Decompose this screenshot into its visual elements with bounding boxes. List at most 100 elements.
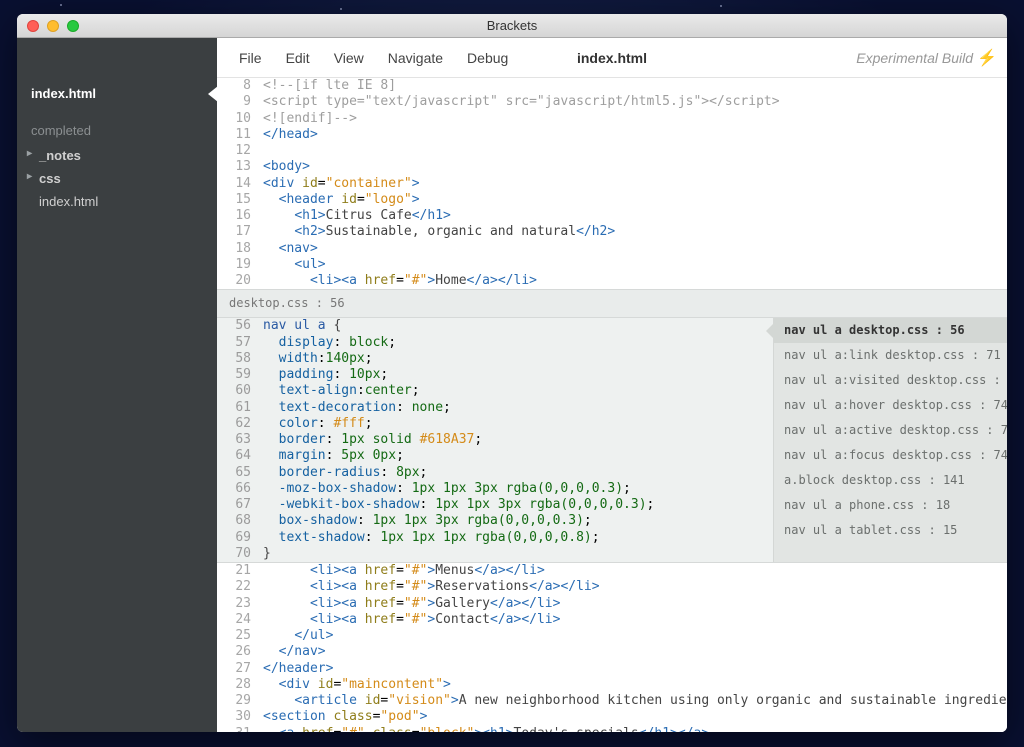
open-file-tab[interactable]: index.html [17, 78, 217, 109]
code-line[interactable]: 19 <ul> [217, 257, 1007, 273]
code-text[interactable]: border-radius: 8px; [263, 465, 773, 481]
menu-debug[interactable]: Debug [455, 50, 520, 66]
code-text[interactable]: nav ul a { [263, 318, 773, 334]
code-line[interactable]: 24 <li><a href="#">Contact</a></li> [217, 612, 1007, 628]
tree-item[interactable]: index.html [17, 190, 217, 213]
code-line[interactable]: 21 <li><a href="#">Menus</a></li> [217, 563, 1007, 579]
code-line[interactable]: 69 text-shadow: 1px 1px 1px rgba(0,0,0,0… [217, 530, 773, 546]
zoom-icon[interactable] [67, 20, 79, 32]
code-line[interactable]: 9<script type="text/javascript" src="jav… [217, 94, 1007, 110]
code-line[interactable]: 59 padding: 10px; [217, 367, 773, 383]
code-line[interactable]: 12 [217, 143, 1007, 159]
code-text[interactable]: -moz-box-shadow: 1px 1px 3px rgba(0,0,0,… [263, 481, 773, 497]
code-text[interactable]: margin: 5px 0px; [263, 448, 773, 464]
code-text[interactable]: <nav> [263, 241, 1007, 257]
code-line[interactable]: 8<!--[if lte IE 8] [217, 78, 1007, 94]
code-line[interactable]: 20 <li><a href="#">Home</a></li> [217, 273, 1007, 289]
code-line[interactable]: 13<body> [217, 159, 1007, 175]
tree-item[interactable]: css [17, 167, 217, 190]
code-text[interactable]: <li><a href="#">Menus</a></li> [263, 563, 1007, 579]
related-rule[interactable]: nav ul a:link desktop.css : 71 [774, 343, 1007, 368]
related-rule[interactable]: nav ul a desktop.css : 56 [774, 318, 1007, 343]
menu-navigate[interactable]: Navigate [376, 50, 455, 66]
code-line[interactable]: 64 margin: 5px 0px; [217, 448, 773, 464]
related-rule[interactable]: nav ul a:visited desktop.css : 71 [774, 368, 1007, 393]
code-text[interactable]: -webkit-box-shadow: 1px 1px 3px rgba(0,0… [263, 497, 773, 513]
code-text[interactable]: <li><a href="#">Contact</a></li> [263, 612, 1007, 628]
code-line[interactable]: 11</head> [217, 127, 1007, 143]
code-line[interactable]: 65 border-radius: 8px; [217, 465, 773, 481]
code-line[interactable]: 15 <header id="logo"> [217, 192, 1007, 208]
code-text[interactable] [263, 143, 1007, 159]
code-line[interactable]: 70} [217, 546, 773, 562]
code-line[interactable]: 61 text-decoration: none; [217, 400, 773, 416]
code-line[interactable]: 66 -moz-box-shadow: 1px 1px 3px rgba(0,0… [217, 481, 773, 497]
related-rule[interactable]: a.block desktop.css : 141 [774, 468, 1007, 493]
code-text[interactable]: text-decoration: none; [263, 400, 773, 416]
code-line[interactable]: 23 <li><a href="#">Gallery</a></li> [217, 596, 1007, 612]
code-line[interactable]: 63 border: 1px solid #618A37; [217, 432, 773, 448]
tree-item[interactable]: _notes [17, 144, 217, 167]
code-text[interactable]: } [263, 546, 773, 562]
code-text[interactable]: display: block; [263, 335, 773, 351]
code-text[interactable]: width:140px; [263, 351, 773, 367]
code-text[interactable]: <div id="maincontent"> [263, 677, 1007, 693]
code-line[interactable]: 29 <article id="vision">A new neighborho… [217, 693, 1007, 709]
code-line[interactable]: 17 <h2>Sustainable, organic and natural<… [217, 224, 1007, 240]
code-text[interactable]: color: #fff; [263, 416, 773, 432]
code-line[interactable]: 14<div id="container"> [217, 176, 1007, 192]
code-line[interactable]: 27</header> [217, 661, 1007, 677]
code-text[interactable]: <header id="logo"> [263, 192, 1007, 208]
code-line[interactable]: 68 box-shadow: 1px 1px 3px rgba(0,0,0,0.… [217, 513, 773, 529]
code-text[interactable]: text-align:center; [263, 383, 773, 399]
code-text[interactable]: <h2>Sustainable, organic and natural</h2… [263, 224, 1007, 240]
code-line[interactable]: 58 width:140px; [217, 351, 773, 367]
code-line[interactable]: 10<![endif]--> [217, 111, 1007, 127]
code-line[interactable]: 62 color: #fff; [217, 416, 773, 432]
related-rule[interactable]: nav ul a phone.css : 18 [774, 493, 1007, 518]
code-line[interactable]: 28 <div id="maincontent"> [217, 677, 1007, 693]
code-text[interactable]: <script type="text/javascript" src="java… [263, 94, 1007, 110]
code-line[interactable]: 30<section class="pod"> [217, 709, 1007, 725]
code-text[interactable]: <li><a href="#">Gallery</a></li> [263, 596, 1007, 612]
code-line[interactable]: 31 <a href="#" class="block"><h1>Today's… [217, 726, 1007, 733]
code-text[interactable]: <section class="pod"> [263, 709, 1007, 725]
code-text[interactable]: text-shadow: 1px 1px 1px rgba(0,0,0,0.8)… [263, 530, 773, 546]
code-text[interactable]: <div id="container"> [263, 176, 1007, 192]
code-line[interactable]: 16 <h1>Citrus Cafe</h1> [217, 208, 1007, 224]
code-text[interactable]: <a href="#" class="block"><h1>Today's sp… [263, 726, 1007, 733]
code-text[interactable]: <h1>Citrus Cafe</h1> [263, 208, 1007, 224]
code-text[interactable]: box-shadow: 1px 1px 3px rgba(0,0,0,0.3); [263, 513, 773, 529]
editor[interactable]: 8<!--[if lte IE 8]9<script type="text/ja… [217, 78, 1007, 732]
code-line[interactable]: 67 -webkit-box-shadow: 1px 1px 3px rgba(… [217, 497, 773, 513]
code-text[interactable]: <li><a href="#">Reservations</a></li> [263, 579, 1007, 595]
code-line[interactable]: 26 </nav> [217, 644, 1007, 660]
live-preview-icon[interactable]: ⚡ [977, 48, 997, 68]
close-icon[interactable] [27, 20, 39, 32]
code-text[interactable]: border: 1px solid #618A37; [263, 432, 773, 448]
code-line[interactable]: 60 text-align:center; [217, 383, 773, 399]
related-rule[interactable]: nav ul a tablet.css : 15 [774, 518, 1007, 543]
code-text[interactable]: <!--[if lte IE 8] [263, 78, 1007, 94]
code-text[interactable]: </nav> [263, 644, 1007, 660]
code-line[interactable]: 25 </ul> [217, 628, 1007, 644]
code-text[interactable]: <article id="vision">A new neighborhood … [263, 693, 1007, 709]
code-line[interactable]: 22 <li><a href="#">Reservations</a></li> [217, 579, 1007, 595]
menu-view[interactable]: View [322, 50, 376, 66]
code-line[interactable]: 18 <nav> [217, 241, 1007, 257]
code-line[interactable]: 57 display: block; [217, 335, 773, 351]
minimize-icon[interactable] [47, 20, 59, 32]
code-text[interactable]: <ul> [263, 257, 1007, 273]
related-rule[interactable]: nav ul a:active desktop.css : 74 [774, 418, 1007, 443]
related-rule[interactable]: nav ul a:hover desktop.css : 74 [774, 393, 1007, 418]
code-line[interactable]: 56nav ul a { [217, 318, 773, 334]
related-rule[interactable]: nav ul a:focus desktop.css : 74 [774, 443, 1007, 468]
menu-file[interactable]: File [227, 50, 274, 66]
code-text[interactable]: </head> [263, 127, 1007, 143]
code-text[interactable]: </header> [263, 661, 1007, 677]
code-text[interactable]: <li><a href="#">Home</a></li> [263, 273, 1007, 289]
code-text[interactable]: padding: 10px; [263, 367, 773, 383]
code-text[interactable]: <![endif]--> [263, 111, 1007, 127]
code-text[interactable]: <body> [263, 159, 1007, 175]
code-text[interactable]: </ul> [263, 628, 1007, 644]
